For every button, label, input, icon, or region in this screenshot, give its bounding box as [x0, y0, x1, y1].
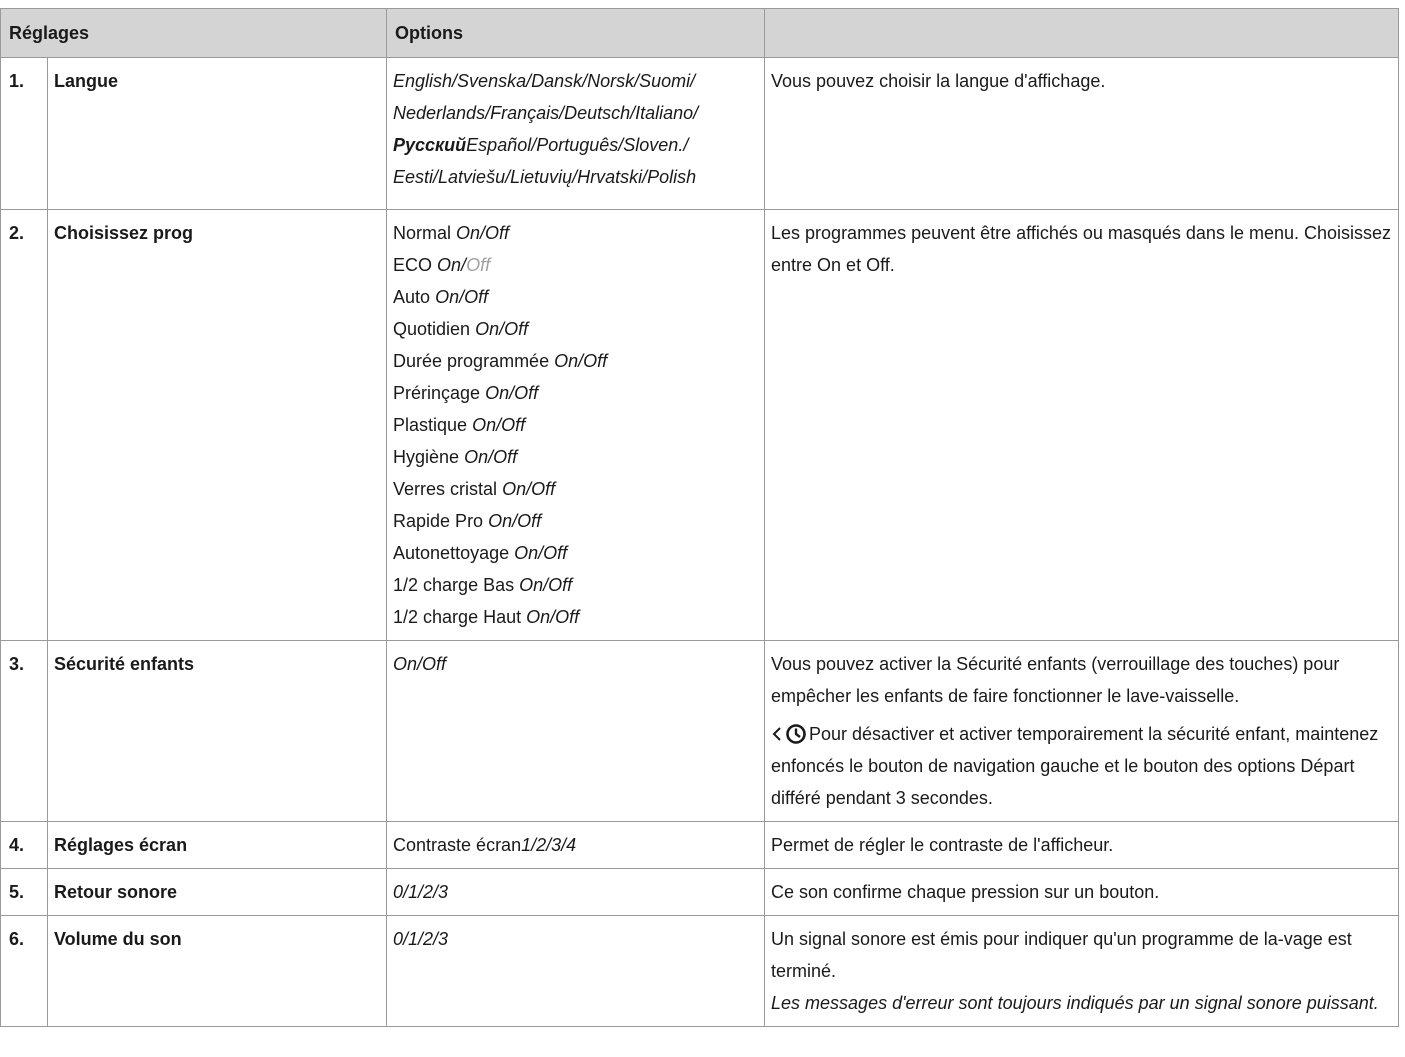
setting-name: Volume du son: [46, 915, 388, 1027]
language-russian: Русский: [393, 135, 467, 155]
options-cell: 0/1/2/3: [386, 915, 766, 1027]
program-toggle: On/Off: [488, 511, 542, 531]
options-values: 1/2/3/4: [521, 835, 577, 855]
table-row: 2. Choisissez prog Normal On/Off ECO On/…: [0, 209, 1400, 641]
options-cell: Normal On/Off ECO On/Off Auto On/Off Quo…: [386, 209, 766, 641]
program-option: Auto On/Off: [393, 281, 758, 313]
program-toggle: On/Off: [514, 543, 568, 563]
setting-name: Retour sonore: [46, 868, 388, 916]
program-toggle: On/Off: [456, 223, 510, 243]
setting-name: Choisissez prog: [46, 209, 388, 641]
program-label: 1/2 charge Haut: [393, 607, 522, 627]
program-label: 1/2 charge Bas: [393, 575, 515, 595]
program-toggle: On/Off: [502, 479, 556, 499]
description-cell: Un signal sonore est émis pour indiquer …: [764, 915, 1400, 1027]
language-line: Nederlands/Français/Deutsch/Italiano/: [393, 103, 699, 123]
program-toggle-off: Off: [466, 255, 491, 275]
program-label: ECO: [393, 255, 433, 275]
program-label: Autonettoyage: [393, 543, 510, 563]
header-options: Options: [386, 8, 766, 58]
description-cell: Vous pouvez choisir la langue d'affichag…: [764, 57, 1400, 210]
description-cell: Permet de régler le contraste de l'affic…: [764, 821, 1400, 869]
description-note: Pour désactiver et activer temporairemen…: [771, 718, 1392, 814]
program-toggle: On/Off: [475, 319, 529, 339]
program-option: Hygiène On/Off: [393, 441, 758, 473]
program-toggle: On/Off: [435, 287, 489, 307]
program-label: Hygiène: [393, 447, 460, 467]
program-option: Quotidien On/Off: [393, 313, 758, 345]
program-toggle: On/Off: [464, 447, 518, 467]
options-label: Contraste écran: [393, 835, 522, 855]
table-header-row: Réglages Options: [0, 8, 1400, 58]
note-icons: [771, 723, 807, 745]
table-row: 6. Volume du son 0/1/2/3 Un signal sonor…: [0, 915, 1400, 1027]
program-toggle: On/Off: [485, 383, 539, 403]
language-line: РусскийEspañol/Português/Sloven./: [393, 129, 758, 161]
settings-table: Réglages Options 1. Langue English/Svens…: [0, 8, 1400, 1027]
table-row: 5. Retour sonore 0/1/2/3 Ce son confirme…: [0, 868, 1400, 916]
row-number: 1.: [0, 57, 48, 210]
program-label: Durée programmée: [393, 351, 550, 371]
program-option: 1/2 charge Haut On/Off: [393, 601, 758, 633]
row-number: 6.: [0, 915, 48, 1027]
chevron-left-icon: [772, 727, 781, 741]
language-line-rest: Español/Português/Sloven./: [466, 135, 689, 155]
note-text: Pour désactiver et activer temporairemen…: [771, 724, 1379, 808]
program-option: Rapide Pro On/Off: [393, 505, 758, 537]
description-cell: Les programmes peuvent être affichés ou …: [764, 209, 1400, 641]
options-cell: On/Off: [386, 640, 766, 822]
program-toggle: On/Off: [526, 607, 580, 627]
program-option: Autonettoyage On/Off: [393, 537, 758, 569]
setting-name: Sécurité enfants: [46, 640, 388, 822]
description-note: Les messages d'erreur sont toujours indi…: [771, 993, 1379, 1013]
program-option: ECO On/Off: [393, 249, 758, 281]
program-label: Quotidien: [393, 319, 471, 339]
program-option: Plastique On/Off: [393, 409, 758, 441]
setting-name: Langue: [46, 57, 388, 210]
row-number: 2.: [0, 209, 48, 641]
description-text: Un signal sonore est émis pour indiquer …: [771, 929, 1352, 981]
program-toggle-on: On/: [437, 255, 467, 275]
program-toggle: On/Off: [472, 415, 526, 435]
program-label: Auto: [393, 287, 431, 307]
header-settings: Réglages: [0, 8, 388, 58]
row-number: 4.: [0, 821, 48, 869]
language-line: English/Svenska/Dansk/Norsk/Suomi/: [393, 71, 696, 91]
program-label: Plastique: [393, 415, 468, 435]
program-option: Verres cristal On/Off: [393, 473, 758, 505]
row-number: 5.: [0, 868, 48, 916]
setting-name: Réglages écran: [46, 821, 388, 869]
program-toggle: On/Off: [554, 351, 608, 371]
program-option: Prérinçage On/Off: [393, 377, 758, 409]
program-toggle: On/Off: [519, 575, 573, 595]
program-option: Durée programmée On/Off: [393, 345, 758, 377]
clock-icon: [786, 724, 806, 744]
description-text: Vous pouvez activer la Sécurité enfants …: [771, 654, 1340, 706]
language-line: Eesti/Latviešu/Lietuvių/Hrvatski/Polish: [393, 167, 697, 187]
table-row: 4. Réglages écran Contraste écran1/2/3/4…: [0, 821, 1400, 869]
header-description: [764, 8, 1400, 58]
program-label: Normal: [393, 223, 452, 243]
options-cell: English/Svenska/Dansk/Norsk/Suomi/ Neder…: [386, 57, 766, 210]
options-cell: 0/1/2/3: [386, 868, 766, 916]
options-cell: Contraste écran1/2/3/4: [386, 821, 766, 869]
program-label: Verres cristal: [393, 479, 498, 499]
program-option: Normal On/Off: [393, 217, 758, 249]
settings-page: Réglages Options 1. Langue English/Svens…: [0, 0, 1405, 1057]
program-option: 1/2 charge Bas On/Off: [393, 569, 758, 601]
table-row: 1. Langue English/Svenska/Dansk/Norsk/Su…: [0, 57, 1400, 210]
program-label: Prérinçage: [393, 383, 481, 403]
description-cell: Vous pouvez activer la Sécurité enfants …: [764, 640, 1400, 822]
program-label: Rapide Pro: [393, 511, 484, 531]
description-cell: Ce son confirme chaque pression sur un b…: [764, 868, 1400, 916]
table-row: 3. Sécurité enfants On/Off Vous pouvez a…: [0, 640, 1400, 822]
row-number: 3.: [0, 640, 48, 822]
